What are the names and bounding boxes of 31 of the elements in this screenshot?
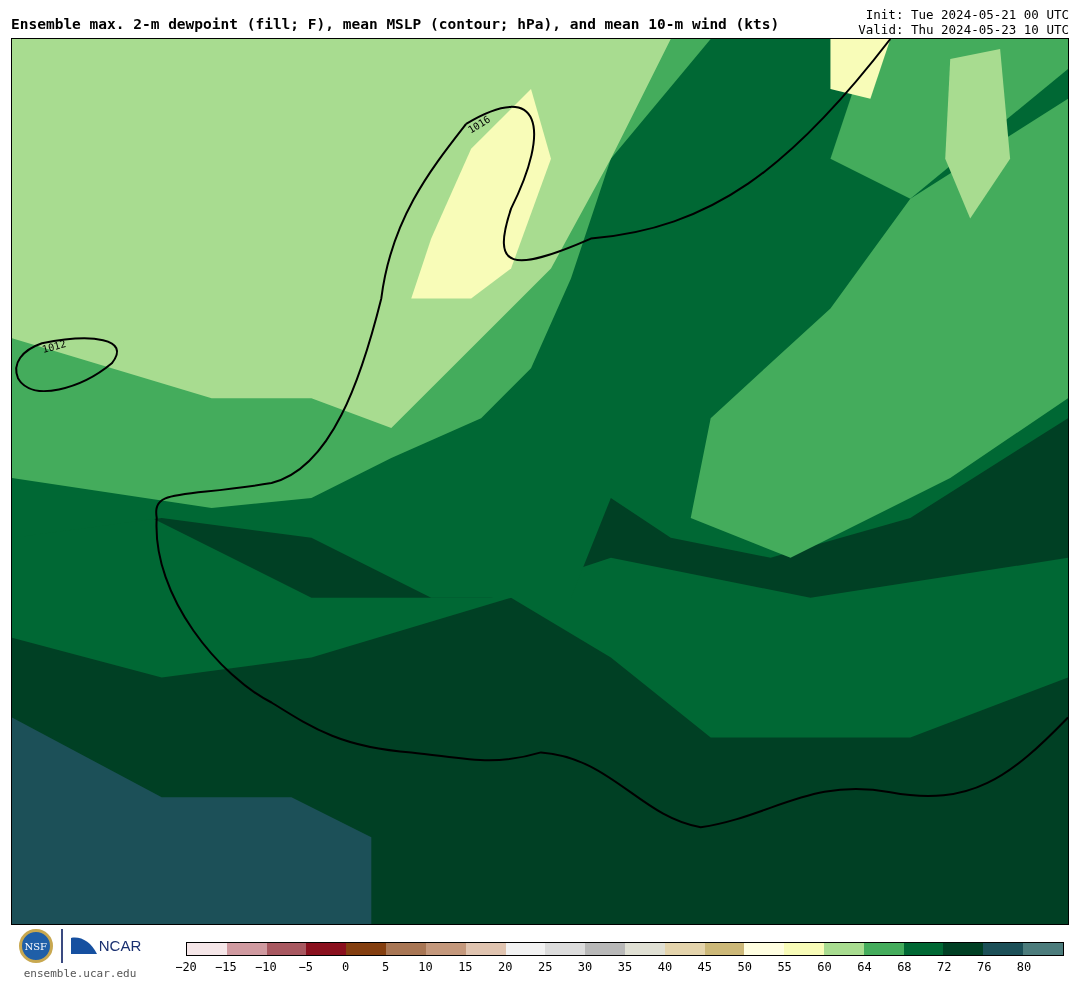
colorbar-tick-label: 20 bbox=[498, 960, 513, 974]
colorbar-tick-label: 10 bbox=[418, 960, 433, 974]
colorbar-tick-label: 68 bbox=[897, 960, 912, 974]
colorbar-tick-label: 64 bbox=[857, 960, 872, 974]
nsf-logo: NSF bbox=[18, 929, 53, 963]
colorbar-tick-label: 5 bbox=[381, 960, 390, 974]
website-url: ensemble.ucar.edu bbox=[23, 966, 137, 982]
colorbar-tick-label: 45 bbox=[697, 960, 713, 974]
colorbar-tick-label: 72 bbox=[937, 960, 952, 974]
colorbar-tick-label: −5 bbox=[298, 960, 313, 974]
colorbar-tick-label: 60 bbox=[817, 960, 832, 974]
colorbar-tick-label: 15 bbox=[458, 960, 473, 974]
colorbar-tick-label: −20 bbox=[175, 960, 197, 974]
colorbar-tick-label: 40 bbox=[657, 960, 673, 974]
ncar-logo: NCAR bbox=[98, 935, 142, 956]
colorbar-tick-label: 76 bbox=[976, 960, 992, 974]
valid-time: Valid: Thu 2024-05-23 10 UTC bbox=[858, 22, 1069, 37]
contour-label: 1016 bbox=[465, 113, 493, 136]
colorbar-tick-label: 30 bbox=[577, 960, 593, 974]
colorbar-tick-label: 80 bbox=[1016, 960, 1032, 974]
init-time: Init: Tue 2024-05-21 00 UTC bbox=[865, 7, 1069, 22]
colorbar-tick-label: 35 bbox=[617, 960, 633, 974]
colorbar-tick-label: −15 bbox=[215, 960, 237, 974]
contour-label: 1012 bbox=[41, 338, 68, 355]
colorbar-tick-label: 25 bbox=[537, 960, 553, 974]
colorbar-tick-label: −10 bbox=[254, 960, 277, 974]
colorbar-tick-label: 50 bbox=[737, 960, 752, 974]
ncar-emblem-icon bbox=[70, 936, 97, 956]
chart-title: Ensemble max. 2-m dewpoint (fill; F), mean MSLP (contour; hPa), and mean 10-m wind (kts) bbox=[11, 15, 780, 34]
colorbar-tick-label: 0 bbox=[342, 960, 350, 974]
colorbar-tick-label: 55 bbox=[777, 960, 792, 974]
